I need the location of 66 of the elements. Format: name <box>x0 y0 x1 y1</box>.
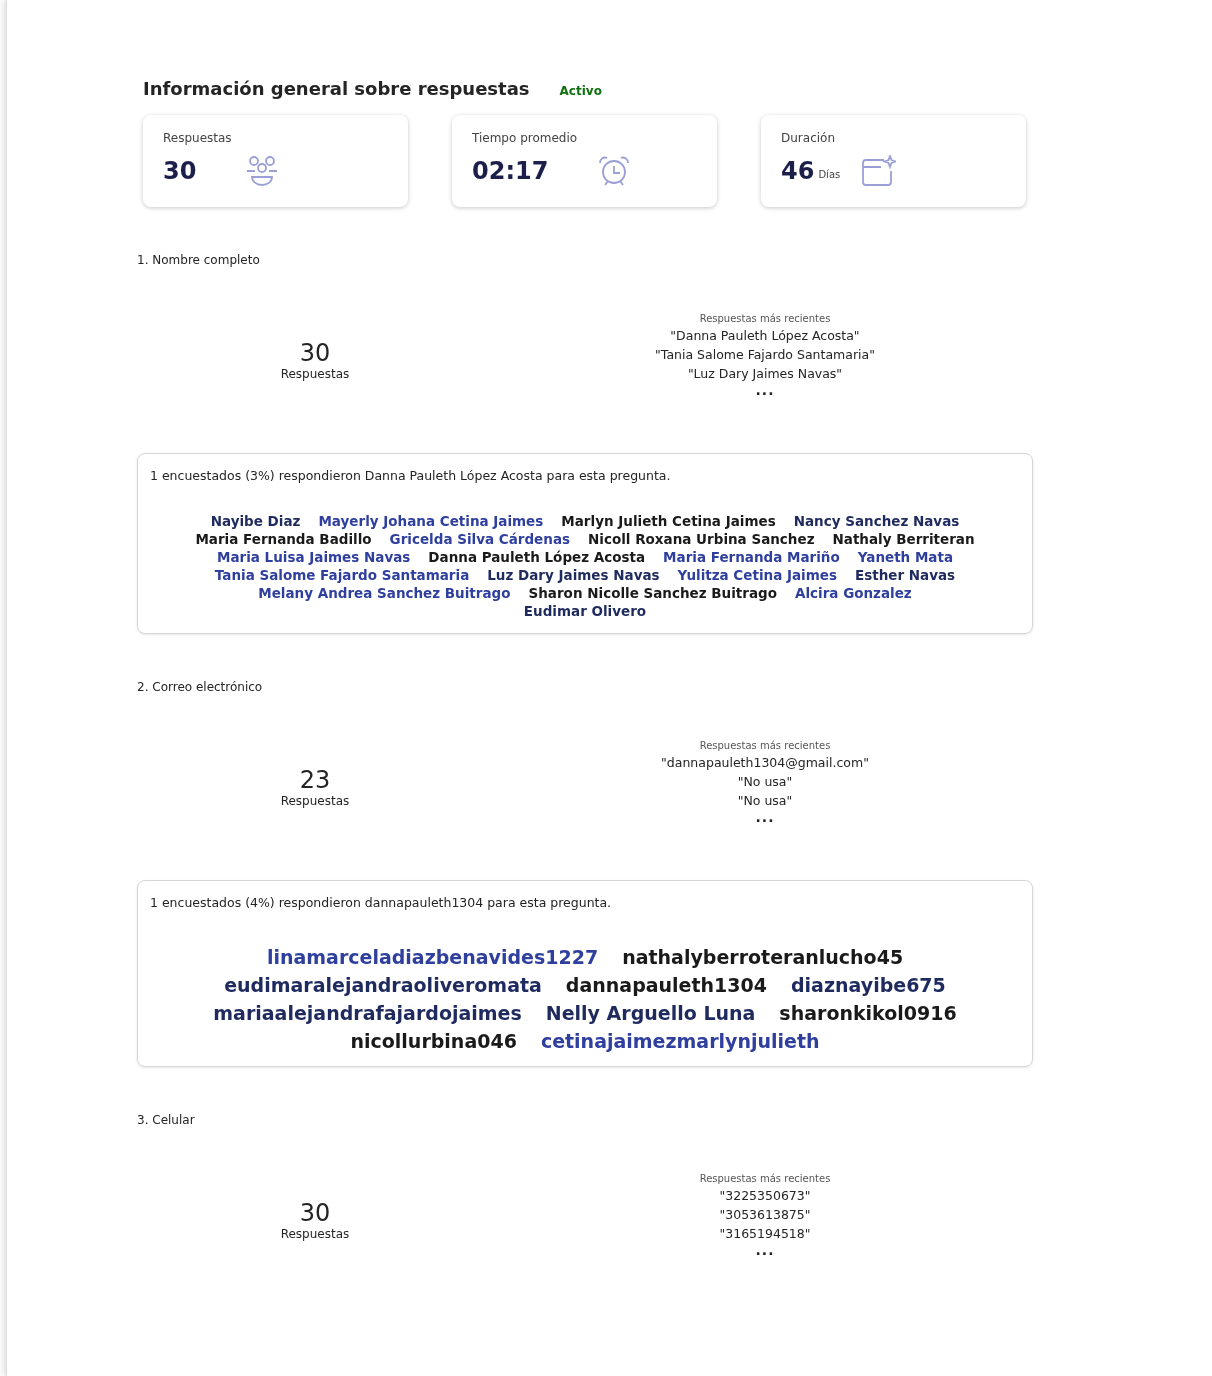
cloud-word: Melany Andrea Sanchez Buitrago <box>258 585 511 601</box>
stat-unit: Días <box>818 168 841 180</box>
stat-label: Tiempo promedio <box>472 131 579 145</box>
cloud-word: sharonkikol0916 <box>779 1002 957 1024</box>
cloud-word: diaznayibe675 <box>791 974 946 996</box>
recent-response: "3053613875" <box>719 1207 811 1222</box>
cloud-word: eudimaralejandraoliveromata <box>224 974 542 996</box>
cloud-word: Yaneth Mata <box>857 549 954 565</box>
cloud-summary: 1 encuestados (4%) respondieron dannapauleth1304 para esta pregunta. <box>150 895 613 910</box>
cloud-word: Nayibe Diaz <box>210 513 301 529</box>
count-label: Respuestas <box>280 1227 350 1241</box>
cloud-summary: 1 encuestados (3%) respondieron Danna Pauleth López Acosta para esta pregunta. <box>150 468 672 483</box>
stat-value: 02:17 <box>472 157 549 185</box>
response-count: 30 <box>299 1199 331 1227</box>
cloud-word: Tania Salome Fajardo Santamaria <box>214 567 470 583</box>
cloud-word: dannapauleth1304 <box>565 974 767 996</box>
cloud-word: Marlyn Julieth Cetina Jaimes <box>561 513 776 529</box>
recent-response: "No usa" <box>737 793 793 808</box>
recent-label: Respuestas más recientes <box>699 313 831 324</box>
cloud-word: Gricelda Silva Cárdenas <box>389 531 571 547</box>
recent-response: "Luz Dary Jaimes Navas" <box>687 366 843 381</box>
page-title: Información general sobre respuestas <box>143 78 530 99</box>
status-label: Activo <box>559 84 602 98</box>
more-dots: ... <box>755 1245 775 1255</box>
cloud-word: Nathaly Berriteran <box>832 531 975 547</box>
stat-label: Respuestas <box>163 131 233 145</box>
stat-value: 46 <box>781 157 815 185</box>
cloud-word: Nicoll Roxana Urbina Sanchez <box>588 531 815 547</box>
more-dots: ... <box>755 385 775 395</box>
cloud-word: Eudimar Olivero <box>523 603 647 619</box>
recent-response: "3225350673" <box>719 1188 811 1203</box>
question-title: 2. Correo electrónico <box>137 680 264 694</box>
cloud-word: Esther Navas <box>854 567 956 583</box>
recent-label: Respuestas más recientes <box>699 740 831 751</box>
cloud-word: Luz Dary Jaimes Navas <box>487 567 660 583</box>
cloud-word: linamarceladiazbenavides1227 <box>266 946 599 968</box>
cloud-word: cetinajaimezmarlynjulieth <box>540 1030 820 1052</box>
cloud-word: Nancy Sanchez Navas <box>793 513 960 529</box>
stat-value: 30 <box>163 157 197 185</box>
cloud-word: mariaalejandrafajardojaimes <box>213 1002 522 1024</box>
cloud-word: Yulitza Cetina Jaimes <box>677 567 837 583</box>
response-count: 30 <box>299 339 331 367</box>
recent-response: "No usa" <box>737 774 793 789</box>
recent-response: "dannapauleth1304@gmail.com" <box>661 755 869 770</box>
cloud-word: Sharon Nicolle Sanchez Buitrago <box>528 585 777 601</box>
recent-response: "3165194518" <box>719 1226 811 1241</box>
cloud-word: Maria Fernanda Mariño <box>663 549 840 565</box>
more-dots: ... <box>755 812 775 822</box>
cloud-word: Nelly Arguello Luna <box>545 1002 756 1024</box>
recent-response: "Danna Pauleth López Acosta" <box>670 328 860 343</box>
cloud-word: nicollurbina046 <box>350 1030 517 1052</box>
cloud-word: Maria Luisa Jaimes Navas <box>216 549 411 565</box>
recent-label: Respuestas más recientes <box>699 1173 831 1184</box>
response-count: 23 <box>299 766 331 794</box>
count-label: Respuestas <box>280 794 350 808</box>
stat-label: Duración <box>781 131 836 145</box>
question-title: 1. Nombre completo <box>137 253 261 267</box>
cloud-word: Mayerly Johana Cetina Jaimes <box>318 513 544 529</box>
cloud-word: Alcira Gonzalez <box>795 585 912 601</box>
cloud-word: nathalyberroteranlucho45 <box>622 946 904 968</box>
count-label: Respuestas <box>280 367 350 381</box>
question-title: 3. Celular <box>137 1113 196 1127</box>
calendar-sparkle-icon <box>860 155 897 187</box>
recent-response: "Tania Salome Fajardo Santamaria" <box>655 347 875 362</box>
cloud-word: Maria Fernanda Badillo <box>195 531 372 547</box>
cloud-word: Danna Pauleth López Acosta <box>428 549 646 565</box>
